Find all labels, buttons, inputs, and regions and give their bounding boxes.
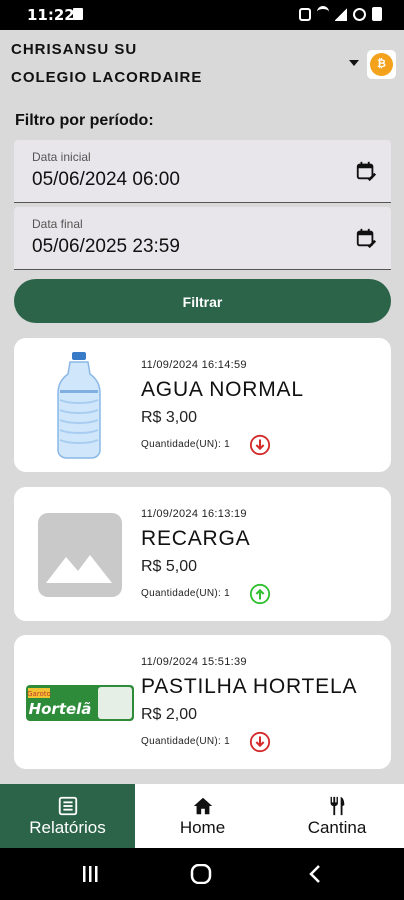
mute-icon [299, 7, 311, 21]
transaction-quantity: Quantidade(UN): 1 [141, 588, 231, 599]
end-date-field[interactable]: Data final 05/06/2025 23:59 [14, 207, 391, 270]
start-date-field[interactable]: Data inicial 05/06/2024 06:00 [14, 140, 391, 203]
do-not-disturb-icon [353, 7, 366, 21]
nav-tab-home[interactable]: Home [135, 784, 270, 848]
avatar[interactable]: ₿ [367, 50, 396, 79]
status-icons [299, 6, 382, 22]
cutlery-icon [330, 796, 345, 816]
end-date-value[interactable]: 05/06/2025 23:59 [32, 236, 180, 258]
calendar-edit-icon[interactable] [355, 227, 377, 249]
signal-icon [335, 7, 347, 21]
brand-text: Garoto [27, 690, 51, 698]
user-name: CHRISANSU SU [11, 41, 138, 58]
status-time: 11:22 [27, 6, 75, 24]
transaction-datetime: 11/09/2024 16:14:59 [141, 359, 247, 371]
water-bottle-image [57, 352, 101, 459]
transaction-card[interactable]: Garoto Hortelã 11/09/2024 15:51:39 PASTI… [14, 635, 391, 769]
bottom-navigation: Relatórios Home Cantina [0, 784, 404, 848]
arrow-down-circle-icon [249, 731, 271, 753]
transaction-price: R$ 3,00 [141, 409, 198, 426]
end-date-label: Data final [32, 217, 83, 231]
placeholder-image-icon [38, 513, 122, 597]
flavor-text: Hortelã [29, 700, 92, 718]
start-date-label: Data inicial [32, 150, 91, 164]
school-name: COLEGIO LACORDAIRE [11, 69, 203, 86]
coin-icon: ₿ [370, 53, 393, 76]
transaction-quantity: Quantidade(UN): 1 [141, 439, 231, 450]
arrow-up-circle-icon [249, 583, 271, 605]
home-button-icon[interactable] [190, 864, 212, 884]
nav-label: Relatórios [29, 818, 106, 837]
nav-tab-cantina[interactable]: Cantina [270, 784, 404, 848]
back-icon[interactable] [306, 864, 326, 884]
document-icon [73, 8, 83, 20]
system-navigation-bar [0, 848, 404, 900]
home-icon [193, 797, 212, 815]
mint-candy-pack-image: Garoto Hortelã [26, 685, 134, 721]
arrow-down-circle-icon [249, 434, 271, 456]
status-bar: 11:22 [0, 0, 404, 30]
calendar-edit-icon[interactable] [355, 160, 377, 182]
transaction-card[interactable]: 11/09/2024 16:13:19 RECARGA R$ 5,00 Quan… [14, 487, 391, 621]
transaction-name: AGUA NORMAL [141, 378, 304, 401]
filter-title: Filtro por período: [15, 112, 154, 129]
transaction-price: R$ 2,00 [141, 706, 198, 723]
nav-label: Home [179, 818, 226, 837]
transaction-price: R$ 5,00 [141, 558, 198, 575]
wifi-icon [317, 6, 329, 22]
transaction-card[interactable]: 11/09/2024 16:14:59 AGUA NORMAL R$ 3,00 … [14, 338, 391, 472]
nav-label: Cantina [307, 818, 367, 837]
recent-apps-icon[interactable] [80, 864, 100, 884]
start-date-value[interactable]: 05/06/2024 06:00 [32, 169, 180, 191]
account-header[interactable]: CHRISANSU SU COLEGIO LACORDAIRE ₿ [0, 30, 404, 100]
nav-tab-relatorios[interactable]: Relatórios [0, 784, 135, 848]
transaction-datetime: 11/09/2024 15:51:39 [141, 656, 247, 668]
transaction-quantity: Quantidade(UN): 1 [141, 736, 231, 747]
transaction-name: PASTILHA HORTELA [141, 675, 358, 698]
transaction-name: RECARGA [141, 527, 251, 550]
transaction-datetime: 11/09/2024 16:13:19 [141, 508, 247, 520]
filter-button[interactable]: Filtrar [14, 279, 391, 323]
report-icon [58, 796, 77, 816]
caret-down-icon[interactable] [349, 60, 359, 66]
battery-icon [372, 7, 382, 21]
